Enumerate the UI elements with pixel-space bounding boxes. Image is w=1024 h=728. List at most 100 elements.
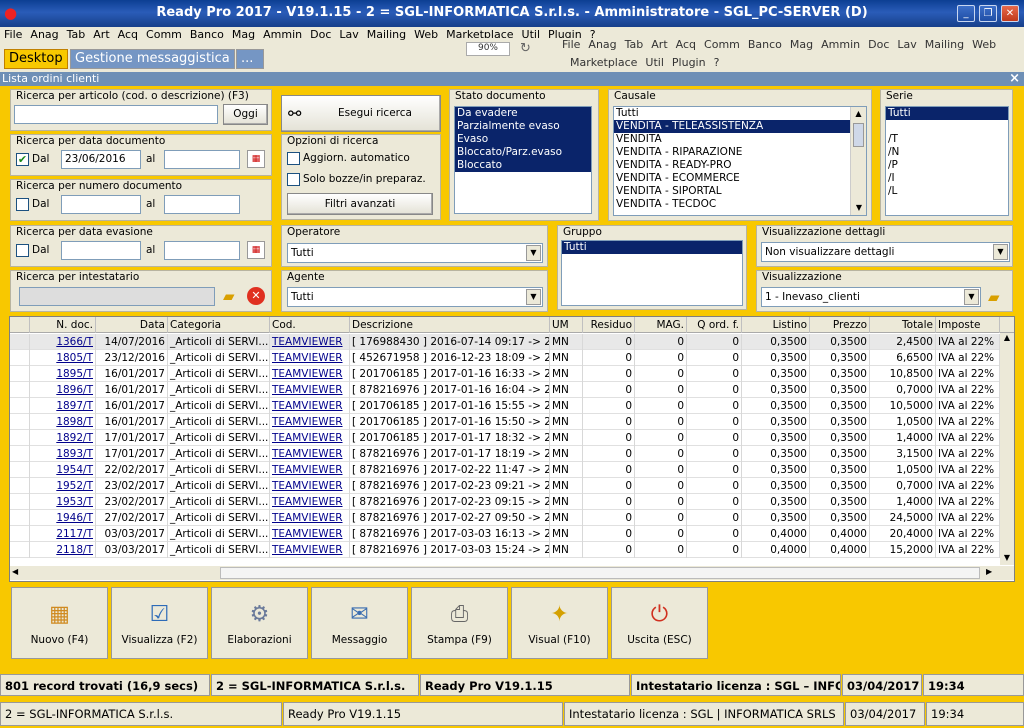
table-cell[interactable]: TEAMVIEWER: [270, 526, 350, 542]
menu-item-file[interactable]: File: [0, 27, 26, 43]
chevron-down-icon[interactable]: ▼: [964, 289, 979, 305]
table-row[interactable]: 1953/T 23/02/2017 _Articoli di SERVI... TEA…: [10, 494, 1002, 510]
vis-dettagli-select[interactable]: Non visualizzare dettagli ▼: [761, 242, 1010, 262]
horizontal-scrollbar[interactable]: ◀ ▶: [10, 566, 1014, 580]
column-header[interactable]: Listino: [742, 317, 810, 333]
list-item[interactable]: Evaso: [455, 133, 591, 146]
tab-desktop[interactable]: Desktop: [4, 49, 68, 69]
menu-item-anag[interactable]: Anag: [26, 27, 62, 43]
menu-item-tab[interactable]: Tab: [63, 27, 90, 43]
table-row[interactable]: 2118/T 03/03/2017 _Articoli di SERVI... TEA…: [10, 542, 1002, 558]
table-cell[interactable]: 1953/T: [30, 494, 96, 510]
table-cell[interactable]: 1366/T: [30, 334, 96, 350]
table-cell[interactable]: TEAMVIEWER: [270, 446, 350, 462]
causale-scrollbar[interactable]: ▲ ▼: [850, 107, 866, 215]
minimize-button[interactable]: _: [957, 5, 975, 22]
table-cell[interactable]: TEAMVIEWER: [270, 366, 350, 382]
table-cell[interactable]: 1895/T: [30, 366, 96, 382]
date-evas-from-input[interactable]: [61, 241, 141, 260]
list-item[interactable]: VENDITA - ECOMMERCE: [614, 172, 866, 185]
gruppo-list[interactable]: Tutti: [561, 240, 743, 306]
scroll-down-icon[interactable]: ▼: [1000, 553, 1014, 565]
list-item[interactable]: VENDITA - TELEASSISTENZA: [614, 120, 866, 133]
clear-icon[interactable]: ✕: [247, 287, 265, 305]
num-doc-checkbox[interactable]: [16, 198, 29, 211]
table-cell[interactable]: 1954/T: [30, 462, 96, 478]
table-row[interactable]: 1366/T 14/07/2016 _Articoli di SERVI... TEA…: [10, 334, 1002, 350]
column-header[interactable]: N. doc.: [30, 317, 96, 333]
table-cell[interactable]: TEAMVIEWER: [270, 510, 350, 526]
scroll-up-icon[interactable]: ▲: [851, 107, 866, 121]
menu-item-lav[interactable]: Lav: [335, 27, 362, 43]
zoom-field[interactable]: 90%: [466, 42, 510, 56]
column-header[interactable]: Prezzo: [810, 317, 870, 333]
menu-item-mailing[interactable]: Mailing: [363, 27, 410, 43]
menu-item-ammin[interactable]: Ammin: [259, 27, 306, 43]
table-cell[interactable]: 1898/T: [30, 414, 96, 430]
list-item[interactable]: Bloccato: [455, 159, 591, 172]
aggiorn-checkbox[interactable]: [287, 152, 300, 165]
menu-item-art[interactable]: Art: [89, 27, 113, 43]
scroll-right-icon[interactable]: ▶: [986, 567, 992, 576]
elaborazioni-button[interactable]: ⚙ Elaborazioni: [211, 587, 308, 659]
num-doc-to-input[interactable]: [164, 195, 240, 214]
table-cell[interactable]: TEAMVIEWER: [270, 350, 350, 366]
table-cell[interactable]: 1892/T: [30, 430, 96, 446]
table-cell[interactable]: TEAMVIEWER: [270, 398, 350, 414]
table-cell[interactable]: 1946/T: [30, 510, 96, 526]
scroll-thumb[interactable]: [220, 567, 980, 579]
menu-item-comm[interactable]: Comm: [142, 27, 186, 43]
stato-list[interactable]: Da evadere Parzialmente evaso Evaso Bloccat…: [454, 106, 592, 214]
date-doc-checkbox[interactable]: ✔: [16, 153, 29, 166]
messaggio-button[interactable]: ✉ Messaggio: [311, 587, 408, 659]
visualizzazione-select[interactable]: 1 - Inevaso_clienti ▼: [761, 287, 981, 307]
list-item[interactable]: VENDITA - TECDOC: [614, 198, 866, 211]
column-header[interactable]: Descrizione: [350, 317, 550, 333]
menu-item-acq[interactable]: Acq: [114, 27, 142, 43]
scroll-down-icon[interactable]: ▼: [851, 201, 867, 215]
nuovo-button[interactable]: ▦ Nuovo (F4): [11, 587, 108, 659]
uscita-button[interactable]: ⏻ Uscita (ESC): [611, 587, 708, 659]
table-row[interactable]: 1954/T 22/02/2017 _Articoli di SERVI... TEA…: [10, 462, 1002, 478]
list-item[interactable]: Parzialmente evaso: [455, 120, 591, 133]
list-item[interactable]: /T: [886, 133, 1008, 146]
table-row[interactable]: 1893/T 17/01/2017 _Articoli di SERVI... TEA…: [10, 446, 1002, 462]
table-cell[interactable]: TEAMVIEWER: [270, 494, 350, 510]
table-cell[interactable]: 1893/T: [30, 446, 96, 462]
list-item[interactable]: /I: [886, 172, 1008, 185]
table-row[interactable]: 1892/T 17/01/2017 _Articoli di SERVI... TEA…: [10, 430, 1002, 446]
column-header[interactable]: Residuo: [583, 317, 635, 333]
num-doc-from-input[interactable]: [61, 195, 141, 214]
refresh-icon[interactable]: ↻: [520, 41, 531, 56]
list-item[interactable]: Tutti: [886, 107, 1008, 120]
table-row[interactable]: 2117/T 03/03/2017 _Articoli di SERVI... TEA…: [10, 526, 1002, 542]
column-header[interactable]: Data: [96, 317, 168, 333]
table-cell[interactable]: 1896/T: [30, 382, 96, 398]
maximize-button[interactable]: ❐: [979, 5, 997, 22]
filtri-avanzati-button[interactable]: Filtri avanzati: [287, 193, 433, 215]
table-cell[interactable]: TEAMVIEWER: [270, 334, 350, 350]
table-cell[interactable]: TEAMVIEWER: [270, 478, 350, 494]
tab-messaggistica[interactable]: Gestione messaggistica: [70, 49, 235, 69]
table-cell[interactable]: TEAMVIEWER: [270, 382, 350, 398]
table-cell[interactable]: 2118/T: [30, 542, 96, 558]
list-item[interactable]: Tutti: [614, 107, 866, 120]
oggi-button[interactable]: Oggi: [223, 104, 268, 125]
menu-item-mag[interactable]: Mag: [228, 27, 259, 43]
visual-button[interactable]: ✦ Visual (F10): [511, 587, 608, 659]
list-item[interactable]: Tutti: [562, 241, 742, 254]
menu-item-web[interactable]: Web: [410, 27, 442, 43]
column-header[interactable]: MAG.: [635, 317, 687, 333]
scroll-thumb[interactable]: [853, 123, 864, 147]
chevron-down-icon[interactable]: ▼: [993, 244, 1008, 260]
table-row[interactable]: 1946/T 27/02/2017 _Articoli di SERVI... TEA…: [10, 510, 1002, 526]
column-header[interactable]: Categoria: [168, 317, 270, 333]
visualizza-button[interactable]: ☑ Visualizza (F2): [111, 587, 208, 659]
chevron-down-icon[interactable]: ▼: [526, 289, 541, 305]
list-item[interactable]: VENDITA - SIPORTAL: [614, 185, 866, 198]
table-row[interactable]: 1952/T 23/02/2017 _Articoli di SERVI... TEA…: [10, 478, 1002, 494]
close-button[interactable]: ✕: [1001, 5, 1019, 22]
table-row[interactable]: 1896/T 16/01/2017 _Articoli di SERVI... TEA…: [10, 382, 1002, 398]
folder-icon[interactable]: ▰: [223, 287, 241, 305]
list-item[interactable]: [886, 120, 1008, 133]
